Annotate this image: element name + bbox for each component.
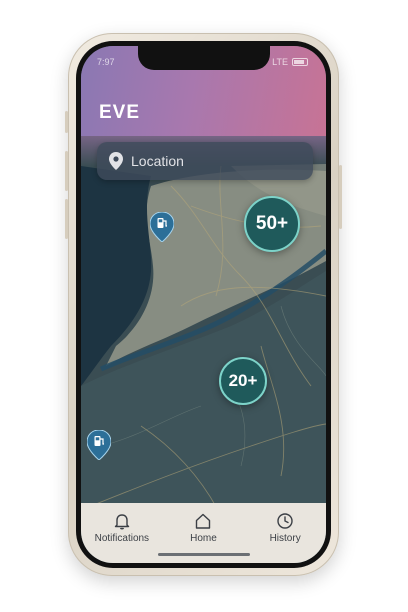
- nav-item-history[interactable]: History: [250, 512, 320, 544]
- bell-icon: [114, 514, 130, 530]
- mute-switch: [65, 111, 68, 133]
- stage: 7:97 LTE EVE 50+ 20+: [0, 0, 408, 612]
- charging-station-icon[interactable]: [87, 430, 111, 460]
- nav-label-history: History: [269, 533, 301, 544]
- phone-frame: 7:97 LTE EVE 50+ 20+: [65, 33, 342, 576]
- volume-down-button: [65, 199, 68, 239]
- home-icon: [196, 513, 211, 529]
- charging-station-icon[interactable]: [150, 212, 174, 242]
- power-button: [339, 165, 342, 229]
- app-screen: 7:97 LTE EVE 50+ 20+: [81, 46, 326, 563]
- status-indicators: LTE: [272, 57, 308, 67]
- nav-label-notifications: Notifications: [94, 533, 150, 544]
- phone-bezel: 7:97 LTE EVE 50+ 20+: [76, 41, 331, 568]
- location-input[interactable]: [131, 153, 291, 169]
- nav-item-home[interactable]: Home: [168, 512, 238, 544]
- notch: [137, 46, 270, 70]
- battery-icon: [292, 58, 308, 66]
- status-time: 7:97: [97, 57, 115, 67]
- cluster-marker-20[interactable]: 20+: [219, 357, 267, 405]
- volume-up-button: [65, 151, 68, 191]
- nav-item-notifications[interactable]: Notifications: [87, 512, 157, 544]
- cluster-marker-50[interactable]: 50+: [244, 196, 300, 252]
- location-search[interactable]: [97, 142, 313, 180]
- nav-label-home: Home: [190, 533, 217, 544]
- location-pin-icon: [109, 152, 123, 170]
- network-label: LTE: [272, 57, 288, 67]
- clock-icon: [277, 513, 293, 529]
- app-title: EVE: [99, 102, 141, 123]
- home-indicator[interactable]: [157, 553, 250, 556]
